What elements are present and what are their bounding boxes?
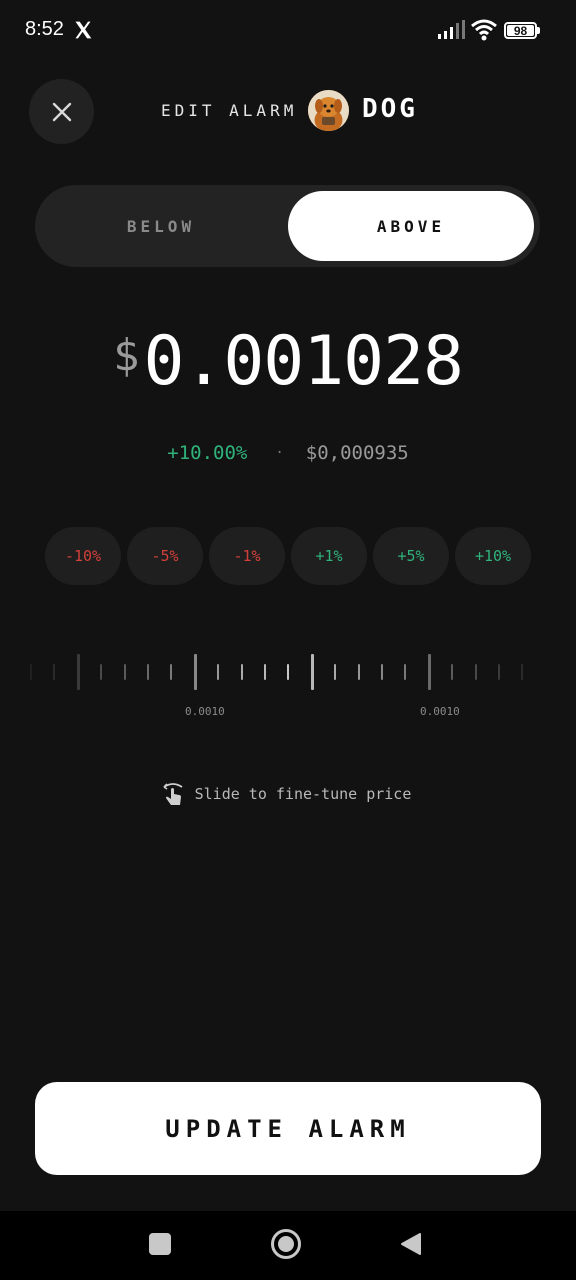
token-name: DOG — [362, 94, 418, 124]
swipe-hand-icon — [163, 783, 183, 805]
ruler-minor-tick — [100, 664, 103, 680]
back-icon[interactable] — [400, 1232, 422, 1256]
ruler-major-tick — [310, 654, 314, 690]
ruler-minor-tick — [287, 664, 290, 680]
chip-plus-10[interactable]: +10% — [455, 527, 531, 585]
price-change-row: +10.00% · $0,000935 — [0, 440, 576, 466]
recent-apps-icon[interactable] — [149, 1233, 171, 1255]
ruler-minor-tick — [123, 664, 126, 680]
page-title: EDIT ALARM — [161, 101, 298, 120]
close-icon — [52, 102, 71, 121]
price-currency: $ — [112, 330, 140, 381]
quick-adjust-chips: -10% -5% -1% +1% +5% +10% — [45, 527, 535, 585]
price-display: $ 0.001028 — [0, 322, 576, 412]
ruler-minor-tick — [381, 664, 383, 680]
update-alarm-button[interactable]: UPDATE ALARM — [35, 1082, 541, 1175]
ruler-major-tick — [427, 654, 431, 690]
ruler-minor-tick — [451, 664, 454, 680]
ruler-minor-tick — [521, 664, 524, 680]
ruler-minor-tick — [264, 664, 266, 680]
ruler-minor-tick — [404, 664, 407, 680]
ruler-minor-tick — [240, 664, 243, 680]
battery-tip — [537, 27, 540, 34]
ruler-minor-tick — [53, 664, 56, 680]
x-logo-icon — [75, 21, 92, 39]
status-bar: 8:52 98 — [0, 0, 576, 62]
ruler-major-tick — [193, 654, 197, 690]
price-ruler-slider[interactable]: 0.0010 0.0010 — [30, 640, 546, 730]
chip-plus-1[interactable]: +1% — [291, 527, 367, 585]
ruler-minor-tick — [357, 664, 360, 680]
hint-text: Slide to fine-tune price — [194, 785, 412, 803]
battery-level: 98 — [513, 23, 528, 38]
ruler-major-tick — [76, 654, 80, 690]
close-button[interactable] — [29, 79, 94, 144]
current-price: $0,000935 — [305, 442, 409, 464]
wifi-icon — [471, 19, 497, 41]
change-percent: +10.00% — [167, 442, 248, 464]
ruler-label: 0.0010 — [185, 705, 225, 718]
toggle-above-option[interactable]: ABOVE — [288, 191, 534, 261]
chip-minus-10[interactable]: -10% — [45, 527, 121, 585]
toggle-below-option[interactable]: BELOW — [35, 191, 287, 261]
ruler-minor-tick — [170, 664, 173, 680]
price-value: 0.001028 — [143, 322, 464, 401]
signal-icon — [438, 20, 465, 39]
ruler-minor-tick — [147, 664, 149, 680]
chip-plus-5[interactable]: +5% — [373, 527, 449, 585]
ruler-minor-tick — [334, 664, 337, 680]
status-time: 8:52 — [25, 18, 64, 40]
ruler-minor-tick — [30, 664, 32, 680]
navigation-bar — [0, 1211, 576, 1280]
home-icon[interactable] — [271, 1229, 301, 1259]
change-separator: · — [275, 445, 284, 461]
ruler-label: 0.0010 — [420, 705, 460, 718]
dog-avatar — [308, 90, 349, 131]
ruler-minor-tick — [217, 664, 220, 680]
ruler-minor-tick — [498, 664, 500, 680]
ruler-minor-tick — [474, 664, 477, 680]
battery-icon: 98 — [504, 22, 537, 39]
dog-image — [308, 90, 349, 131]
direction-toggle: BELOW ABOVE — [35, 185, 540, 267]
chip-minus-1[interactable]: -1% — [209, 527, 285, 585]
slide-hint: Slide to fine-tune price — [0, 780, 576, 808]
chip-minus-5[interactable]: -5% — [127, 527, 203, 585]
